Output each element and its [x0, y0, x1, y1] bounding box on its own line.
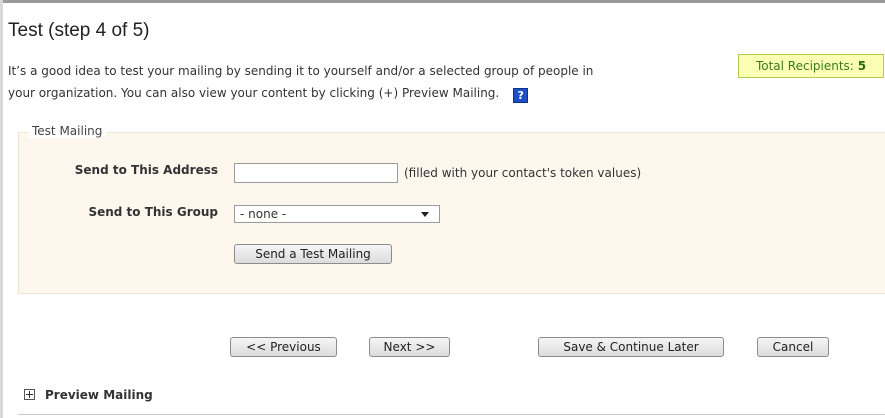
help-icon[interactable]: ? — [513, 88, 529, 103]
test-mailing-legend: Test Mailing — [28, 124, 107, 138]
total-recipients-count: 5 — [857, 59, 867, 73]
section-divider — [18, 414, 885, 415]
previous-button[interactable]: << Previous — [230, 337, 337, 357]
intro-line-1: It’s a good idea to test your mailing by… — [8, 64, 594, 78]
send-to-address-label: Send to This Address — [74, 163, 218, 177]
send-to-group-selected: - none - — [240, 207, 287, 221]
total-recipients-label: Total Recipients: — [755, 59, 854, 73]
intro-line-2: your organization. You can also view you… — [8, 86, 500, 100]
window-left-border — [0, 0, 3, 418]
window-top-border — [0, 0, 885, 3]
intro-text: It’s a good idea to test your mailing by… — [8, 60, 728, 104]
address-hint-text: (filled with your contact's token values… — [404, 166, 642, 180]
send-to-address-input[interactable] — [234, 163, 398, 183]
next-button[interactable]: Next >> — [369, 337, 450, 357]
preview-mailing-toggle[interactable]: Preview Mailing — [24, 388, 153, 402]
dropdown-arrow-icon — [421, 212, 429, 217]
send-to-group-label: Send to This Group — [88, 205, 218, 219]
expand-plus-icon — [24, 389, 35, 400]
save-continue-later-button[interactable]: Save & Continue Later — [538, 337, 724, 357]
preview-mailing-label: Preview Mailing — [45, 388, 153, 402]
page-title: Test (step 4 of 5) — [8, 20, 150, 41]
send-test-mailing-button[interactable]: Send a Test Mailing — [234, 244, 392, 264]
send-to-group-select[interactable]: - none - — [234, 205, 440, 223]
cancel-button[interactable]: Cancel — [757, 337, 829, 357]
total-recipients-badge: Total Recipients: 5 — [738, 54, 884, 78]
